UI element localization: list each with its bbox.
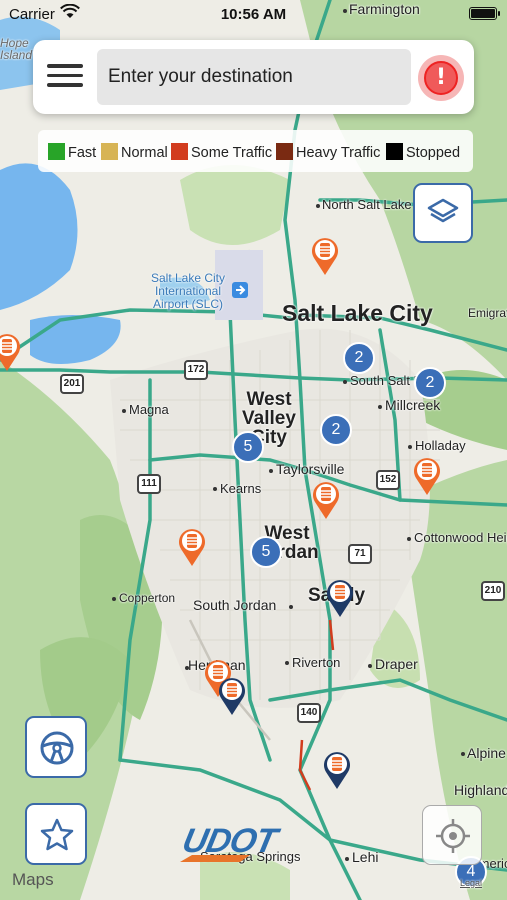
map-dot (289, 605, 293, 609)
legend-swatch (386, 143, 403, 160)
map-label-magna: Magna (129, 402, 169, 417)
route-shield: 140 (297, 703, 321, 723)
destination-input[interactable] (97, 49, 411, 105)
clock: 10:56 AM (220, 6, 287, 23)
udot-logo-swoosh (180, 855, 250, 862)
map-dot (408, 445, 412, 449)
menu-button[interactable] (45, 58, 85, 96)
map-dot (112, 597, 116, 601)
route-shield: 152 (376, 470, 400, 490)
legend-swatch (48, 143, 65, 160)
drive-mode-button[interactable] (25, 716, 87, 778)
map-label-airport: Salt Lake City International Airport (SL… (150, 271, 226, 311)
map-label-alpine: Alpine (467, 745, 506, 761)
crosshair-icon (436, 819, 470, 853)
map-dot (343, 380, 347, 384)
map-label-north-salt-lake: North Salt Lake (322, 197, 412, 212)
locate-me-button[interactable] (422, 805, 482, 865)
map-dot (213, 487, 217, 491)
map-dot (122, 409, 126, 413)
map-dot (285, 661, 289, 665)
search-bar: ! (33, 40, 474, 114)
road-condition-pin-icon[interactable] (0, 332, 22, 372)
map-label-riverton: Riverton (292, 655, 341, 670)
camera-cluster-marker[interactable]: 2 (320, 414, 352, 446)
map-label-emigration: Emigration (468, 306, 507, 320)
map-label-cottonwood-heights: Cottonwood Heights (414, 530, 507, 545)
legend-item-fast: Fast (48, 143, 96, 161)
route-shield: 111 (137, 474, 161, 494)
layers-icon (427, 198, 459, 223)
road-condition-pin-icon[interactable] (311, 480, 341, 520)
map-label-taylorsville: Taylorsville (276, 461, 345, 477)
map-dot (185, 666, 189, 670)
road-condition-pin-icon[interactable] (310, 236, 340, 276)
legend-item-some-traffic: Some Traffic (171, 143, 272, 161)
hamburger-icon (45, 64, 85, 87)
layers-button[interactable] (413, 183, 473, 243)
map-label-south-jordan: South Jordan (193, 597, 277, 613)
steering-wheel-icon (40, 731, 74, 765)
favorites-button[interactable] (25, 803, 87, 865)
map-label-copperton: Copperton (119, 591, 176, 605)
map-label-kearns: Kearns (220, 481, 262, 496)
map-dot (269, 469, 273, 473)
map-dot (316, 204, 320, 208)
map-label-millcreek: Millcreek (385, 397, 441, 413)
route-shield: 71 (348, 544, 372, 564)
camera-cluster-marker[interactable]: 5 (232, 431, 264, 463)
alert-button[interactable]: ! (418, 55, 464, 101)
map-label-salt-lake-city: Salt Lake City (282, 300, 433, 326)
legal-link[interactable]: Legal (460, 878, 482, 888)
maps-attribution: Maps (12, 870, 54, 889)
traffic-camera-pin-icon[interactable] (322, 750, 352, 790)
route-shield: 201 (60, 374, 84, 394)
legend-item-stopped: Stopped (386, 143, 460, 161)
map-label-holladay: Holladay (415, 438, 466, 453)
legend-swatch (101, 143, 118, 160)
map-dot (378, 405, 382, 409)
legend-swatch (276, 143, 293, 160)
status-bar: Carrier 10:56 AM (0, 0, 507, 30)
map-dot (461, 752, 465, 756)
map-dot (368, 664, 372, 668)
legend-swatch (171, 143, 188, 160)
map-label-hope-island: Hope Island (0, 36, 33, 62)
map-label-lehi: Lehi (352, 849, 379, 865)
map-dot (407, 537, 411, 541)
map-dot (345, 857, 349, 861)
exclamation-circle-icon: ! (424, 61, 458, 95)
map-label-draper: Draper (375, 656, 418, 672)
traffic-camera-pin-icon[interactable] (217, 676, 247, 716)
camera-cluster-marker[interactable]: 2 (414, 367, 446, 399)
road-condition-pin-icon[interactable] (177, 527, 207, 567)
legend-item-heavy-traffic: Heavy Traffic (276, 143, 380, 161)
star-icon (40, 818, 74, 851)
camera-cluster-marker[interactable]: 5 (250, 536, 282, 568)
camera-cluster-marker[interactable]: 2 (343, 342, 375, 374)
route-shield: 172 (184, 360, 208, 380)
road-condition-pin-icon[interactable] (412, 456, 442, 496)
route-shield: 210 (481, 581, 505, 601)
legend-item-normal: Normal (101, 143, 168, 161)
traffic-legend: Fast Normal Some Traffic Heavy Traffic S… (38, 130, 473, 172)
map-label-highland: Highland (454, 782, 507, 798)
traffic-camera-pin-icon[interactable] (325, 578, 355, 618)
battery-icon (469, 7, 500, 20)
